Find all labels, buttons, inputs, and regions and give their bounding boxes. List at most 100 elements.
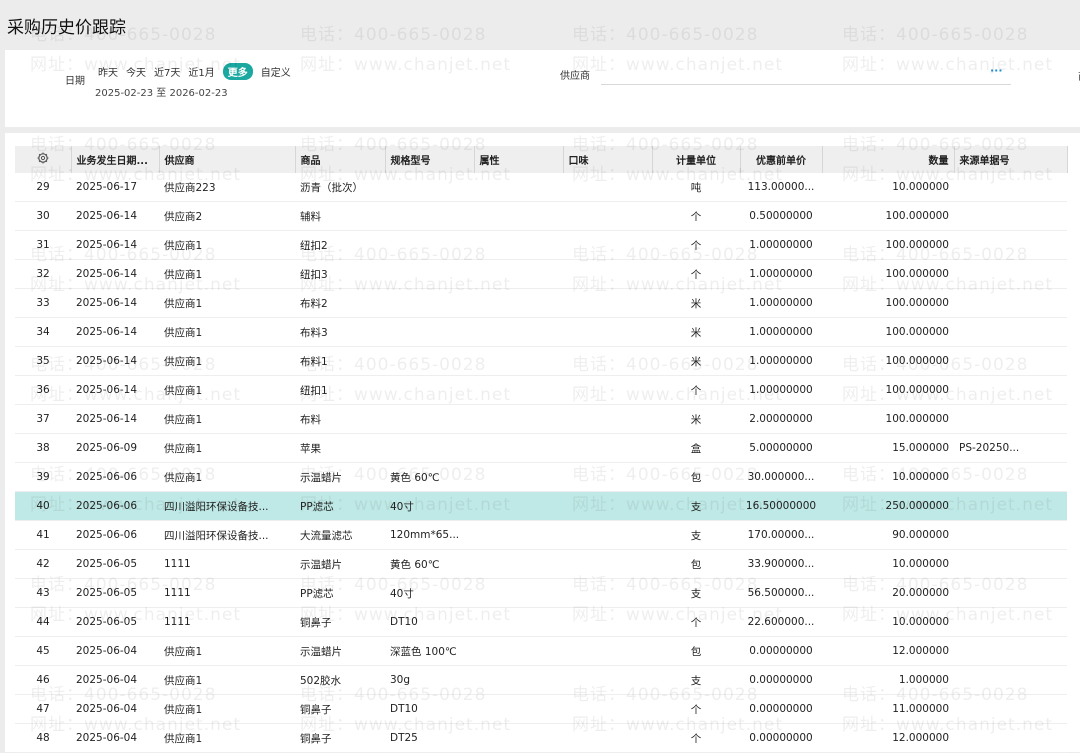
table-row[interactable]: 29 2025-06-17 供应商223 沥青（批次） 吨 113.00000... 10.… bbox=[15, 173, 1067, 202]
cell-unit: 个 bbox=[652, 694, 740, 724]
column-settings[interactable] bbox=[15, 146, 72, 173]
cell-flavor bbox=[563, 201, 652, 231]
cell-date: 2025-06-04 bbox=[71, 636, 159, 666]
cell-source-doc bbox=[954, 462, 1067, 492]
cell-attribute bbox=[474, 694, 563, 724]
cell-unit: 个 bbox=[652, 259, 740, 289]
table-row[interactable]: 44 2025-06-05 1111 铜鼻子 DT10 个 22.600000... 10.0… bbox=[15, 607, 1067, 637]
table-row[interactable]: 33 2025-06-14 供应商1 布料2 米 1.00000000 100.000000 bbox=[15, 288, 1067, 318]
cell-date: 2025-06-06 bbox=[71, 520, 159, 550]
column-header-supplier[interactable]: 供应商 bbox=[159, 146, 296, 173]
table-header-row: 业务发生日期... 供应商 商品 规格型号 属性 口味 计量单位 优惠前单价 数… bbox=[15, 146, 1068, 173]
table-row[interactable]: 30 2025-06-14 供应商2 辅料 个 0.50000000 100.000000 bbox=[15, 201, 1067, 231]
cell-flavor bbox=[563, 462, 652, 492]
cell-spec: DT10 bbox=[385, 694, 474, 724]
cell-price: 170.00000... bbox=[740, 520, 822, 550]
column-header-price[interactable]: 优惠前单价 bbox=[740, 146, 823, 173]
cell-flavor bbox=[563, 549, 652, 579]
cell-attribute bbox=[474, 201, 563, 231]
cell-date: 2025-06-05 bbox=[71, 607, 159, 637]
cell-source-doc bbox=[954, 317, 1067, 347]
cell-price: 0.50000000 bbox=[740, 201, 822, 231]
table-row[interactable]: 41 2025-06-06 四川溢阳环保设备技... 大流量滤芯 120mm*65...… bbox=[15, 520, 1067, 550]
cell-product: 布料3 bbox=[295, 317, 385, 347]
cell-supplier: 供应商1 bbox=[159, 433, 295, 463]
table-row[interactable]: 39 2025-06-06 供应商1 示温蜡片 黄色 60℃ 包 30.000000... 1… bbox=[15, 462, 1067, 492]
watermark-phone: 电话：400-665-0028 bbox=[842, 25, 1029, 45]
column-header-attribute[interactable]: 属性 bbox=[474, 146, 564, 173]
date-option-custom[interactable]: 自定义 bbox=[261, 64, 291, 79]
table-row[interactable]: 46 2025-06-04 供应商1 502胶水 30g 支 0.00000000 1.000… bbox=[15, 665, 1067, 695]
table-row[interactable]: 40 2025-06-06 四川溢阳环保设备技... PP滤芯 40寸 支 16.50000… bbox=[15, 491, 1067, 521]
cell-product: 铜鼻子 bbox=[295, 694, 385, 724]
cell-product: 布料 bbox=[295, 404, 385, 434]
table-row[interactable]: 48 2025-06-04 供应商1 铜鼻子 DT25 个 0.00000000 12.000… bbox=[15, 723, 1067, 753]
cell-date: 2025-06-05 bbox=[71, 549, 159, 579]
column-header-date[interactable]: 业务发生日期... bbox=[71, 146, 160, 173]
table-row[interactable]: 35 2025-06-14 供应商1 布料1 米 1.00000000 100.000000 bbox=[15, 346, 1067, 376]
row-number: 47 bbox=[15, 694, 71, 724]
table-row[interactable]: 37 2025-06-14 供应商1 布料 米 2.00000000 100.000000 bbox=[15, 404, 1067, 434]
table-row[interactable]: 45 2025-06-04 供应商1 示温蜡片 深蓝色 100℃ 包 0.00000000 1… bbox=[15, 636, 1067, 666]
table-row[interactable]: 32 2025-06-14 供应商1 纽扣3 个 1.00000000 100.000000 bbox=[15, 259, 1067, 289]
cell-unit: 包 bbox=[652, 636, 740, 666]
cell-spec: 30g bbox=[385, 665, 474, 695]
table-row[interactable]: 38 2025-06-09 供应商1 苹果 盒 5.00000000 15.000000 PS… bbox=[15, 433, 1067, 463]
row-number: 48 bbox=[15, 723, 71, 753]
cell-quantity: 100.000000 bbox=[822, 346, 954, 376]
cell-flavor bbox=[563, 375, 652, 405]
table-row[interactable]: 42 2025-06-05 1111 示温蜡片 黄色 60℃ 包 33.900000... 1… bbox=[15, 549, 1067, 579]
date-option-last-7-days[interactable]: 近7天 bbox=[154, 64, 180, 79]
cell-attribute bbox=[474, 404, 563, 434]
cell-price: 22.600000... bbox=[740, 607, 822, 637]
cell-supplier: 供应商1 bbox=[159, 317, 295, 347]
cell-quantity: 15.000000 bbox=[822, 433, 954, 463]
cell-spec: 40寸 bbox=[385, 491, 474, 521]
column-header-spec[interactable]: 规格型号 bbox=[385, 146, 475, 173]
cell-source-doc bbox=[954, 694, 1067, 724]
supplier-more-button[interactable]: ··· bbox=[990, 64, 1003, 77]
table-row[interactable]: 31 2025-06-14 供应商1 纽扣2 个 1.00000000 100.000000 bbox=[15, 230, 1067, 260]
cell-quantity: 10.000000 bbox=[822, 607, 954, 637]
table-row[interactable]: 34 2025-06-14 供应商1 布料3 米 1.00000000 100.000000 bbox=[15, 317, 1067, 347]
date-option-yesterday[interactable]: 昨天 bbox=[98, 64, 118, 79]
table-row[interactable]: 43 2025-06-05 1111 PP滤芯 40寸 支 56.500000... 20.0… bbox=[15, 578, 1067, 608]
column-header-source-doc[interactable]: 来源单据号 bbox=[954, 146, 1068, 173]
cell-product: PP滤芯 bbox=[295, 578, 385, 608]
cell-supplier: 1111 bbox=[159, 607, 295, 637]
cell-unit: 个 bbox=[652, 230, 740, 260]
cell-supplier: 供应商1 bbox=[159, 636, 295, 666]
cell-unit: 米 bbox=[652, 317, 740, 347]
cell-source-doc bbox=[954, 259, 1067, 289]
cell-product: 大流量滤芯 bbox=[295, 520, 385, 550]
table-row[interactable]: 47 2025-06-04 供应商1 铜鼻子 DT10 个 0.00000000 11.000… bbox=[15, 694, 1067, 724]
cell-date: 2025-06-09 bbox=[71, 433, 159, 463]
date-option-more[interactable]: 更多 bbox=[222, 63, 253, 80]
column-header-quantity[interactable]: 数量 bbox=[822, 146, 955, 173]
table-row[interactable]: 36 2025-06-14 供应商1 纽扣1 个 1.00000000 100.000000 bbox=[15, 375, 1067, 405]
cell-flavor bbox=[563, 607, 652, 637]
supplier-input[interactable] bbox=[601, 62, 1011, 85]
cell-price: 5.00000000 bbox=[740, 433, 822, 463]
gear-icon[interactable] bbox=[37, 152, 49, 164]
row-number: 45 bbox=[15, 636, 71, 666]
column-header-product[interactable]: 商品 bbox=[295, 146, 386, 173]
cell-flavor bbox=[563, 230, 652, 260]
column-header-unit[interactable]: 计量单位 bbox=[652, 146, 741, 173]
cell-attribute bbox=[474, 607, 563, 637]
row-number: 39 bbox=[15, 462, 71, 492]
cell-price: 30.000000... bbox=[740, 462, 822, 492]
date-range[interactable]: 2025-02-23 至 2026-02-23 bbox=[95, 84, 228, 99]
cell-supplier: 供应商1 bbox=[159, 694, 295, 724]
cell-price: 1.00000000 bbox=[740, 288, 822, 318]
cell-attribute bbox=[474, 230, 563, 260]
cell-spec bbox=[385, 201, 474, 231]
column-header-flavor[interactable]: 口味 bbox=[563, 146, 653, 173]
cell-product: 铜鼻子 bbox=[295, 607, 385, 637]
date-option-last-month[interactable]: 近1月 bbox=[188, 64, 214, 79]
cell-source-doc bbox=[954, 520, 1067, 550]
cell-flavor bbox=[563, 404, 652, 434]
cell-supplier: 供应商1 bbox=[159, 665, 295, 695]
date-option-today[interactable]: 今天 bbox=[126, 64, 146, 79]
cell-attribute bbox=[474, 578, 563, 608]
